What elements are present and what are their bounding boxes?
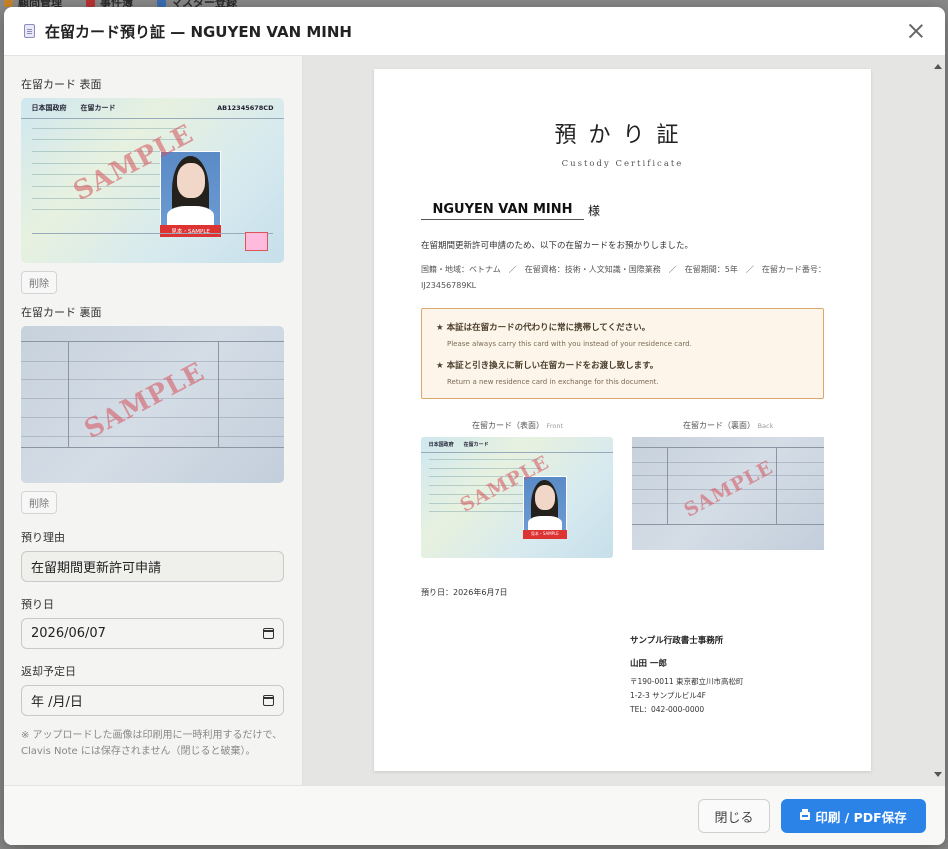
card-number: AB12345678CD [217, 104, 274, 113]
return-date-value: 年 /月/日 [31, 695, 83, 710]
calendar-icon[interactable] [263, 628, 274, 639]
seal-stamp [244, 231, 269, 252]
intro-text: 在留期間更新許可申請のため、以下の在留カードをお預かりしました。 [421, 241, 694, 251]
custody-date-label: 預り日 [21, 598, 54, 611]
return-date-label: 返却予定日 [21, 665, 76, 678]
return-date-input[interactable]: 年 /月/日 [21, 685, 284, 716]
delete-back-button[interactable]: 削除 [21, 491, 57, 514]
sample-badge: 見本・SAMPLE [522, 530, 567, 539]
custody-date-value: 2026/06/07 [31, 626, 106, 641]
honorific: 様 [588, 204, 601, 218]
front-image-label: 在留カード 表面 [21, 78, 102, 91]
card-back-image: SAMPLE [21, 326, 284, 483]
modal-body: 在留カード 表面 日本国政府 在留カード AB12345678CD 見本・SAMP… [4, 56, 945, 785]
print-pdf-button[interactable]: 印刷 / PDF保存 [781, 799, 926, 833]
modal-footer: 閉じる 印刷 / PDF保存 [4, 785, 945, 845]
certificate-title: 預かり証 [554, 123, 691, 148]
notice-1-en: Please always carry this card with you i… [447, 340, 692, 348]
certificate-paper: 預かり証 Custody Certificate NGUYEN VAN MINH… [374, 69, 871, 771]
close-icon[interactable] [905, 20, 927, 42]
holder-name: NGUYEN VAN MINH [421, 202, 584, 220]
card-front-image: 日本国政府 在留カード AB12345678CD 見本・SAMPLE SAMPLE [21, 98, 284, 263]
card-header-text: 日本国政府 在留カード [428, 441, 489, 448]
sample-watermark: SAMPLE [79, 356, 210, 445]
delete-front-button[interactable]: 削除 [21, 271, 57, 294]
modal-header: 在留カード預り証 — NGUYEN VAN MINH [4, 7, 945, 56]
custody-certificate-modal: 在留カード預り証 — NGUYEN VAN MINH 在留カード 表面 日本国政… [4, 7, 945, 845]
back-caption: 在留カード（裏面） Back [683, 421, 774, 430]
reason-label: 預り理由 [21, 531, 65, 544]
document-icon [24, 24, 35, 38]
notice-1-jp: ★ 本証は在留カードの代わりに常に携帯してください。 [436, 323, 651, 333]
notice-2-jp: ★ 本証と引き換えに新しい在留カードをお渡し致します。 [436, 361, 659, 371]
office-address: 〒190-0011 東京都立川市高松町 1-2-3 サンプルビル4F TEL：0… [630, 677, 744, 714]
modal-title: 在留カード預り証 — NGUYEN VAN MINH [45, 22, 352, 41]
back-image-label: 在留カード 裏面 [21, 306, 102, 319]
notice-2-en: Return a new residence card in exchange … [447, 378, 659, 386]
calendar-icon[interactable] [263, 695, 274, 706]
reason-input[interactable]: 在留期間更新許可申請 [21, 551, 284, 582]
printer-icon [800, 809, 811, 820]
print-label: 印刷 / PDF保存 [815, 809, 907, 825]
reason-value: 在留期間更新許可申請 [31, 561, 162, 576]
scroll-down-icon[interactable] [934, 772, 942, 777]
front-caption: 在留カード（表面） Front [472, 421, 563, 430]
custody-date-input[interactable]: 2026/06/07 [21, 618, 284, 649]
office-name: サンプル行政書士事務所 [630, 636, 724, 646]
card-header-text: 日本国政府 在留カード [31, 104, 116, 113]
staff-name: 山田 一郎 [630, 659, 667, 669]
preview-panel[interactable]: 預かり証 Custody Certificate NGUYEN VAN MINH… [303, 56, 945, 785]
upload-note: ※ アップロードした画像は印刷用に一時利用するだけで、Clavis Note に… [21, 730, 283, 757]
paper-card-front: 日本国政府 在留カード 見本・SAMPLE SAMPLE [421, 437, 613, 558]
notice-box: ★ 本証は在留カードの代わりに常に携帯してください。 Please always… [421, 308, 824, 399]
paper-card-back: SAMPLE [632, 437, 824, 550]
custody-date-text: 預り日：2026年6月7日 [421, 588, 508, 597]
close-button[interactable]: 閉じる [698, 799, 770, 833]
scroll-up-icon[interactable] [934, 64, 942, 69]
certificate-subtitle: Custody Certificate [561, 159, 684, 169]
holder-meta: 国籍・地域：ベトナム ／ 在留資格：技術・人文知識・国際業務 ／ 在留期間：5年… [421, 265, 826, 290]
card-photo [160, 150, 221, 230]
card-photo [522, 475, 567, 534]
form-panel: 在留カード 表面 日本国政府 在留カード AB12345678CD 見本・SAMP… [4, 56, 303, 785]
